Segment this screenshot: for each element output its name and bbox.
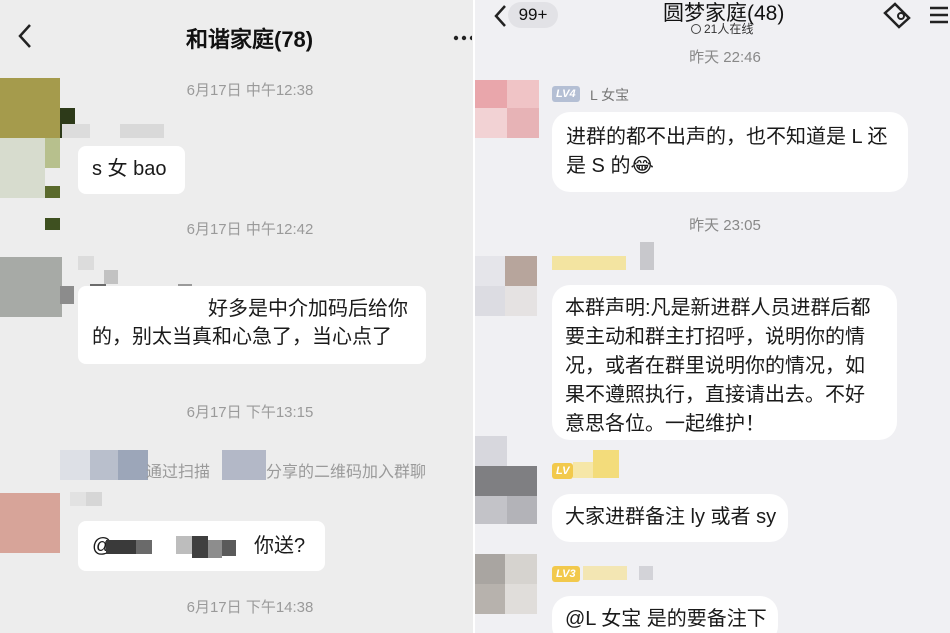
blurred-mention xyxy=(106,536,256,558)
avatar xyxy=(0,257,62,317)
message-line: 本群声明:凡是新进群人员进群后都 xyxy=(565,297,871,319)
level-badge: LV xyxy=(552,463,574,479)
timestamp: 6月17日 中午12:42 xyxy=(186,221,314,238)
message-line: 的，别太当真和心急了，当心点了 xyxy=(92,326,392,348)
message-line: 是 S 的😂 xyxy=(566,155,654,177)
sender-name: L 女宝 xyxy=(590,87,630,103)
timestamp: 6月17日 下午14:38 xyxy=(186,599,314,616)
left-header: 和谐家庭(78) xyxy=(0,0,473,70)
message-bubble[interactable]: s 女 bao xyxy=(78,146,185,194)
online-status: 21人在线 xyxy=(691,20,753,37)
timestamp: 6月17日 中午12:38 xyxy=(186,82,314,99)
sender-name-blurred xyxy=(573,450,633,480)
right-chat-screenshot: 99+ 圆梦家庭(48) 21人在线 昨天 22:46 LV4 L 女宝 进群的… xyxy=(473,0,950,633)
avatar xyxy=(475,256,539,316)
avatar xyxy=(0,493,60,553)
sender-name-blurred xyxy=(583,552,663,582)
online-text: 21人在线 xyxy=(704,22,754,36)
system-notice-part: 通过扫描 xyxy=(146,464,211,481)
timestamp: 6月17日 下午13:15 xyxy=(186,404,314,421)
settings-icon[interactable] xyxy=(879,1,913,29)
message-text: 大家进群备注 ly 或者 sy xyxy=(565,506,777,528)
message-line: 进群的都不出声的，也不知道是 L 还 xyxy=(566,126,888,148)
message-text: s 女 bao xyxy=(92,158,167,180)
sender-name-blurred xyxy=(62,124,166,140)
message-text: 你送? xyxy=(254,535,306,557)
unread-badge: 99+ xyxy=(508,2,558,28)
unread-count: 99+ xyxy=(518,5,548,24)
message-line: 况，或者在群里说明你的情况，如 xyxy=(565,355,865,377)
avatar xyxy=(475,436,539,524)
avatar xyxy=(475,80,539,138)
sender-name-blurred xyxy=(552,242,662,272)
message-line: 果不遵照执行，直接请出去。不好 xyxy=(565,384,865,406)
avatar xyxy=(475,554,539,614)
left-chat-screenshot: 和谐家庭(78) 6月17日 中午12:38 s 女 bao 6月17日 中午1… xyxy=(0,0,473,633)
chevron-left-icon[interactable] xyxy=(491,3,509,29)
timestamp: 昨天 22:46 xyxy=(689,49,761,66)
message-bubble[interactable]: 好多是中介加码后给你 的，别太当真和心急了，当心点了 xyxy=(78,286,426,364)
left-chat-title: 和谐家庭(78) xyxy=(186,27,314,52)
blurred-name xyxy=(60,450,150,480)
message-bubble[interactable]: @ 你送? xyxy=(78,521,325,571)
system-notice-part: 分享的二维码加入群聊 xyxy=(266,464,427,481)
message-bubble[interactable]: 进群的都不出声的，也不知道是 L 还 是 S 的😂 xyxy=(552,112,908,192)
message-text: @L 女宝 是的要备注下 xyxy=(565,608,767,630)
level-badge: LV3 xyxy=(552,566,580,582)
timestamp: 昨天 23:05 xyxy=(689,217,761,234)
message-line: 好多是中介加码后给你 xyxy=(208,298,408,320)
level-badge: LV4 xyxy=(552,86,580,102)
blurred-name xyxy=(222,450,266,480)
message-bubble[interactable]: @L 女宝 是的要备注下 xyxy=(552,596,778,633)
message-bubble[interactable]: 本群声明:凡是新进群人员进群后都 要主动和群主打招呼，说明你的情 况，或者在群里… xyxy=(552,285,897,440)
menu-icon[interactable] xyxy=(928,5,950,25)
more-dots-icon[interactable] xyxy=(452,30,473,41)
message-line: 意思各位。一起维护！ xyxy=(565,413,765,435)
chevron-left-icon[interactable] xyxy=(14,22,36,50)
right-header: 99+ 圆梦家庭(48) 21人在线 xyxy=(475,0,950,44)
sender-name-blurred xyxy=(70,492,110,522)
online-icon xyxy=(691,24,701,34)
message-line: 要主动和群主打招呼，说明你的情 xyxy=(565,326,865,348)
message-bubble[interactable]: 大家进群备注 ly 或者 sy xyxy=(552,494,788,542)
